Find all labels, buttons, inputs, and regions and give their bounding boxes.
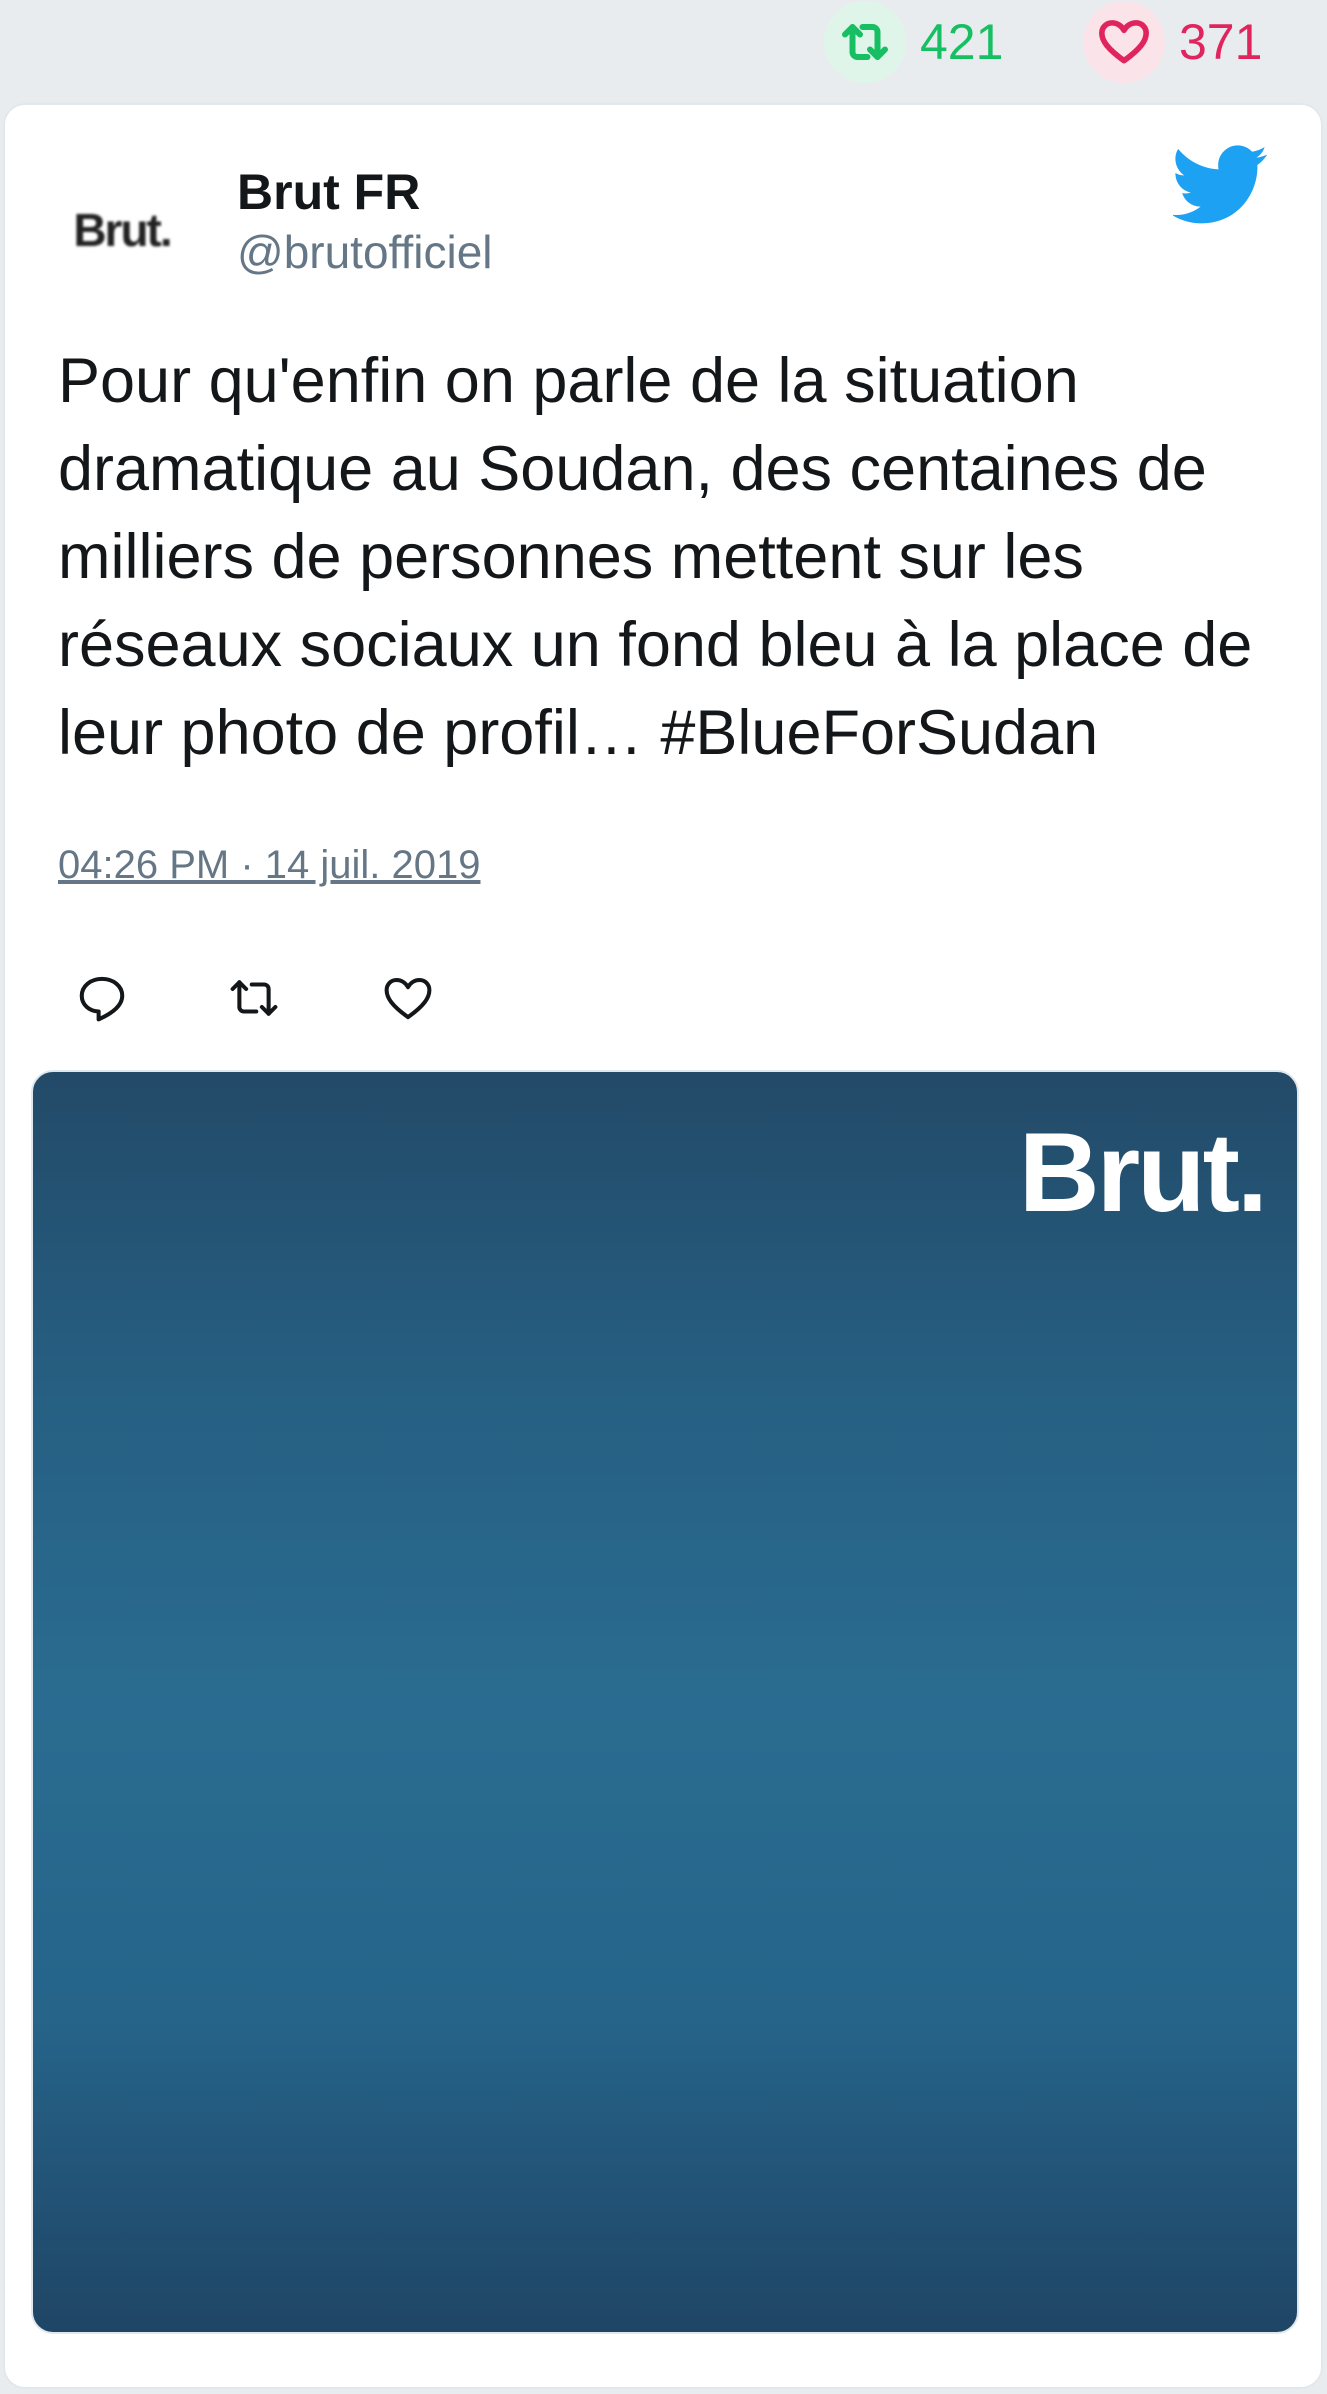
like-action-icon[interactable] bbox=[373, 963, 443, 1033]
engagement-stats-bar: 421 371 bbox=[0, 0, 1327, 100]
like-stat[interactable]: 371 bbox=[1083, 1, 1263, 83]
twitter-bird-icon[interactable] bbox=[1171, 145, 1269, 230]
avatar[interactable]: Brut. bbox=[57, 165, 187, 295]
retweet-stat[interactable]: 421 bbox=[824, 1, 1004, 83]
media-brand-logo: Brut. bbox=[1018, 1110, 1268, 1235]
tweet-card: Brut. Brut FR @brutofficiel Pour qu'enfi… bbox=[3, 103, 1323, 2389]
retweet-icon bbox=[824, 1, 906, 83]
retweet-action-icon[interactable] bbox=[219, 963, 289, 1033]
author-handle[interactable]: @brutofficiel bbox=[237, 225, 493, 279]
author-name[interactable]: Brut FR bbox=[237, 163, 420, 221]
tweet-media-image[interactable]: Brut. bbox=[31, 1070, 1299, 2334]
like-count: 371 bbox=[1179, 14, 1263, 70]
heart-icon bbox=[1083, 1, 1165, 83]
reply-icon[interactable] bbox=[67, 963, 137, 1033]
tweet-text: Pour qu'enfin on parle de la situation d… bbox=[58, 346, 1253, 768]
tweet-timestamp[interactable]: 04:26 PM · 14 juil. 2019 bbox=[58, 843, 480, 888]
retweet-count: 421 bbox=[920, 14, 1004, 70]
